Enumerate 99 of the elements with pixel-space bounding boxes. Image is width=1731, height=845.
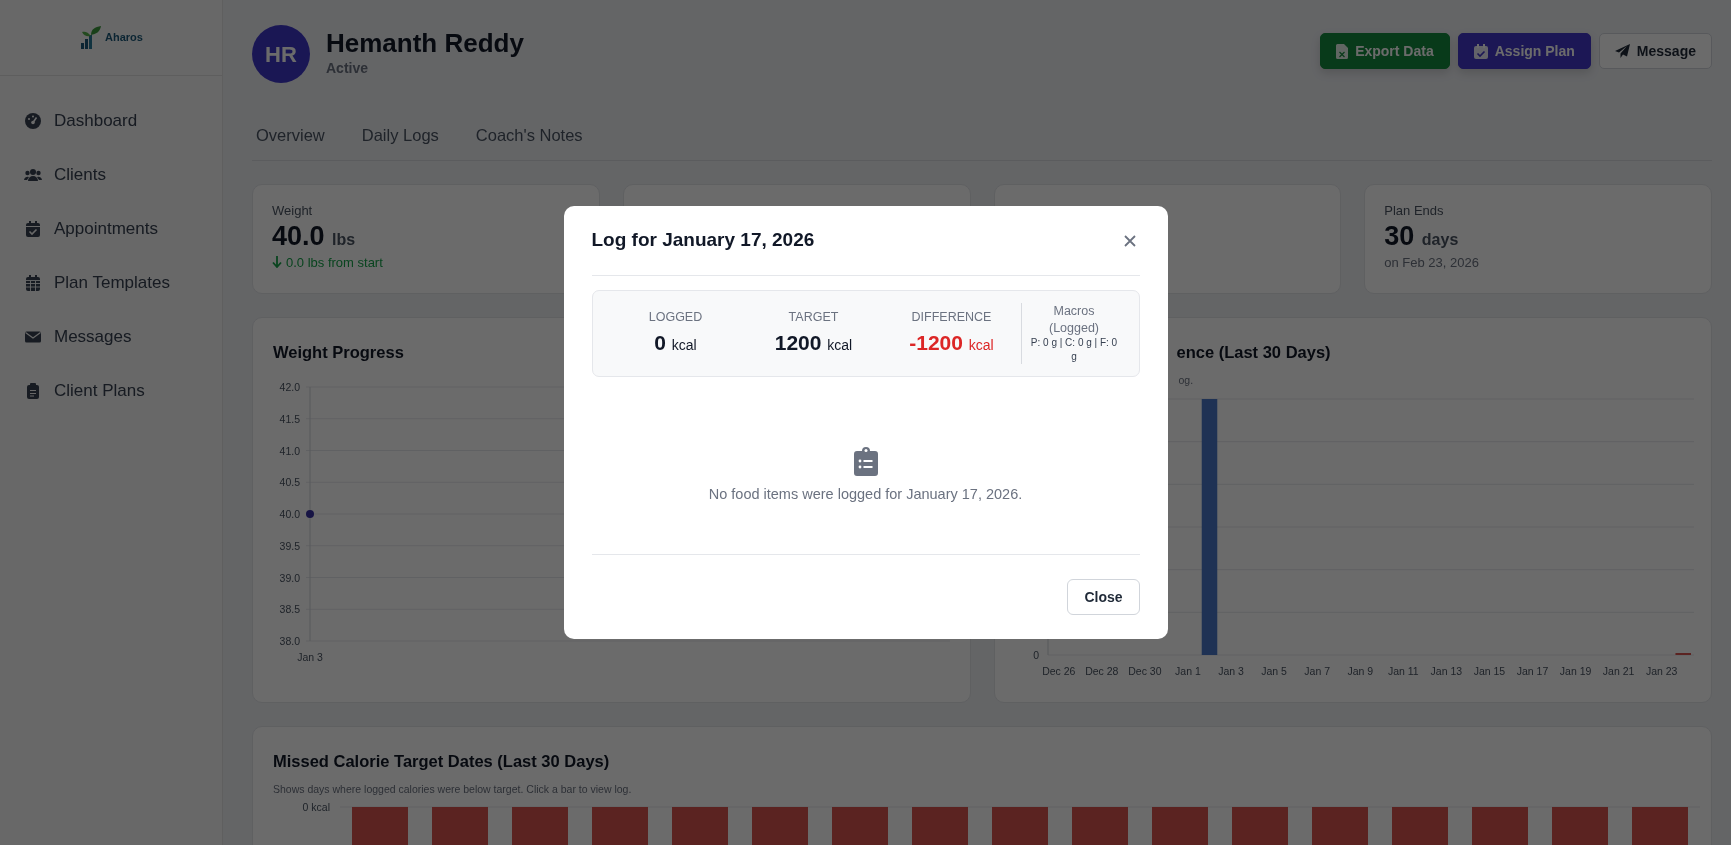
summary-label: TARGET [787,309,840,327]
users-icon [24,166,42,184]
bar[interactable] [1152,807,1208,845]
plant-icon [79,24,104,51]
axis-label: Jan 19 [1559,664,1591,677]
axis-label: Dec 28 [1084,664,1118,677]
bar[interactable] [1392,807,1448,845]
chart-subtitle: og. [1178,373,1194,386]
axis-label: Jan 3 [297,650,323,663]
bar[interactable] [1232,807,1288,845]
axis-label: Jan 17 [1516,664,1548,677]
sidebar-item[interactable]: Messages [0,310,222,364]
gauge-icon [24,112,42,130]
axis-label: Jan 1 [1174,664,1201,677]
stat-label: Plan Ends [1384,201,1445,220]
axis-label: 40.0 [279,507,300,520]
bar[interactable] [992,807,1048,845]
bar[interactable] [832,807,888,845]
bar[interactable] [1201,398,1217,655]
chart-title: ence (Last 30 Days) [1176,342,1331,361]
chart-title: Missed Calorie Target Dates (Last 30 Days) [273,750,611,772]
axis-label: Jan 23 [1645,664,1677,677]
axis-label: 41.5 [279,412,300,425]
bar[interactable] [912,807,968,845]
sidebar-item[interactable]: Dashboard [0,94,222,148]
axis-label: Jan 9 [1346,664,1373,677]
axis-label: Jan 21 [1602,664,1634,677]
close-icon [1123,234,1136,247]
stat-label: Weight [272,201,314,220]
axis-label: Jan 15 [1473,664,1505,677]
axis-label: Jan 5 [1260,664,1287,677]
axis-label: Jan 3 [1217,664,1244,677]
tab[interactable]: Overview [252,123,339,150]
avatar: HR [252,25,310,83]
summary-value: 1200 [774,331,822,355]
clipboard-list-icon [853,445,878,476]
sidebar-item[interactable]: Client Plans [0,364,222,418]
bar[interactable] [1552,807,1608,845]
axis-label: 0 [1032,648,1039,661]
empty-message: No food items were logged for January 17, 2026. [708,484,1023,504]
bar[interactable] [752,807,808,845]
stat-value: 40.0 [272,221,325,252]
macros-text: P: 0 g | C: 0 g | F: 0 g [1029,336,1119,365]
close-button[interactable]: Close [1067,579,1140,615]
stat-value: 30 [1384,221,1415,252]
bar[interactable] [352,807,408,845]
summary-unit: kcal [827,337,853,354]
axis-label: 0 kcal [302,801,330,814]
summary-value: -1200 [909,331,963,355]
summary-label: LOGGED [647,309,704,327]
stat-note: 0.0 lbs from start [286,253,383,272]
sidebar-item[interactable]: Clients [0,148,222,202]
tab[interactable]: Coach's Notes [471,123,597,150]
bar[interactable] [1072,807,1128,845]
macros-label: Macros (Logged) [1047,302,1100,337]
calendar-check-icon [1473,43,1488,59]
stat-unit: days [1421,231,1459,249]
bar[interactable] [672,807,728,845]
bar[interactable] [1472,807,1528,845]
axis-label: Jan 13 [1430,664,1462,677]
axis-label: 39.5 [279,539,300,552]
summary-label: DIFFERENCE [910,309,993,327]
logo-text: Aharos [105,30,143,46]
axis-label: 42.0 [279,380,300,393]
paper-plane-icon [1614,44,1630,58]
file-icon [1336,43,1349,59]
tab[interactable]: Daily Logs [357,123,453,150]
action-button[interactable]: Assign Plan [1457,33,1591,69]
axis-label: 41.0 [279,444,300,457]
dialog-title: Log for January 17, 2026 [591,228,815,253]
bar[interactable] [1312,807,1368,845]
axis-label: 38.5 [279,603,300,615]
clipboard-icon [24,382,42,400]
axis-label: Jan 7 [1303,664,1330,677]
sidebar-item[interactable]: Plan Templates [0,256,222,310]
bar[interactable] [512,807,568,845]
bar[interactable] [592,807,648,845]
stat-unit: lbs [332,231,356,249]
arrow-down-icon [272,256,282,269]
axis-label: Dec 30 [1127,664,1162,677]
calendar-check-icon [24,220,42,238]
action-button[interactable]: Message [1598,33,1712,69]
calendar-icon [24,274,42,292]
summary-value: 0 [654,331,666,355]
action-button[interactable]: Export Data [1320,33,1450,69]
bar[interactable] [432,807,488,845]
sidebar-item[interactable]: Appointments [0,202,222,256]
axis-label: Dec 26 [1041,664,1075,677]
summary-unit: kcal [968,337,994,354]
summary-unit: kcal [671,337,697,354]
bar[interactable] [1632,807,1688,845]
axis-label: Jan 11 [1387,664,1419,677]
chart-title: Weight Progress [273,342,404,361]
axis-label: 38.0 [279,634,300,647]
client-name: Hemanth Reddy [326,29,524,58]
bar[interactable] [1674,652,1691,655]
axis-label: 39.0 [279,571,300,584]
stat-note: on Feb 23, 2026 [1384,253,1479,272]
axis-label: 40.5 [279,476,300,488]
